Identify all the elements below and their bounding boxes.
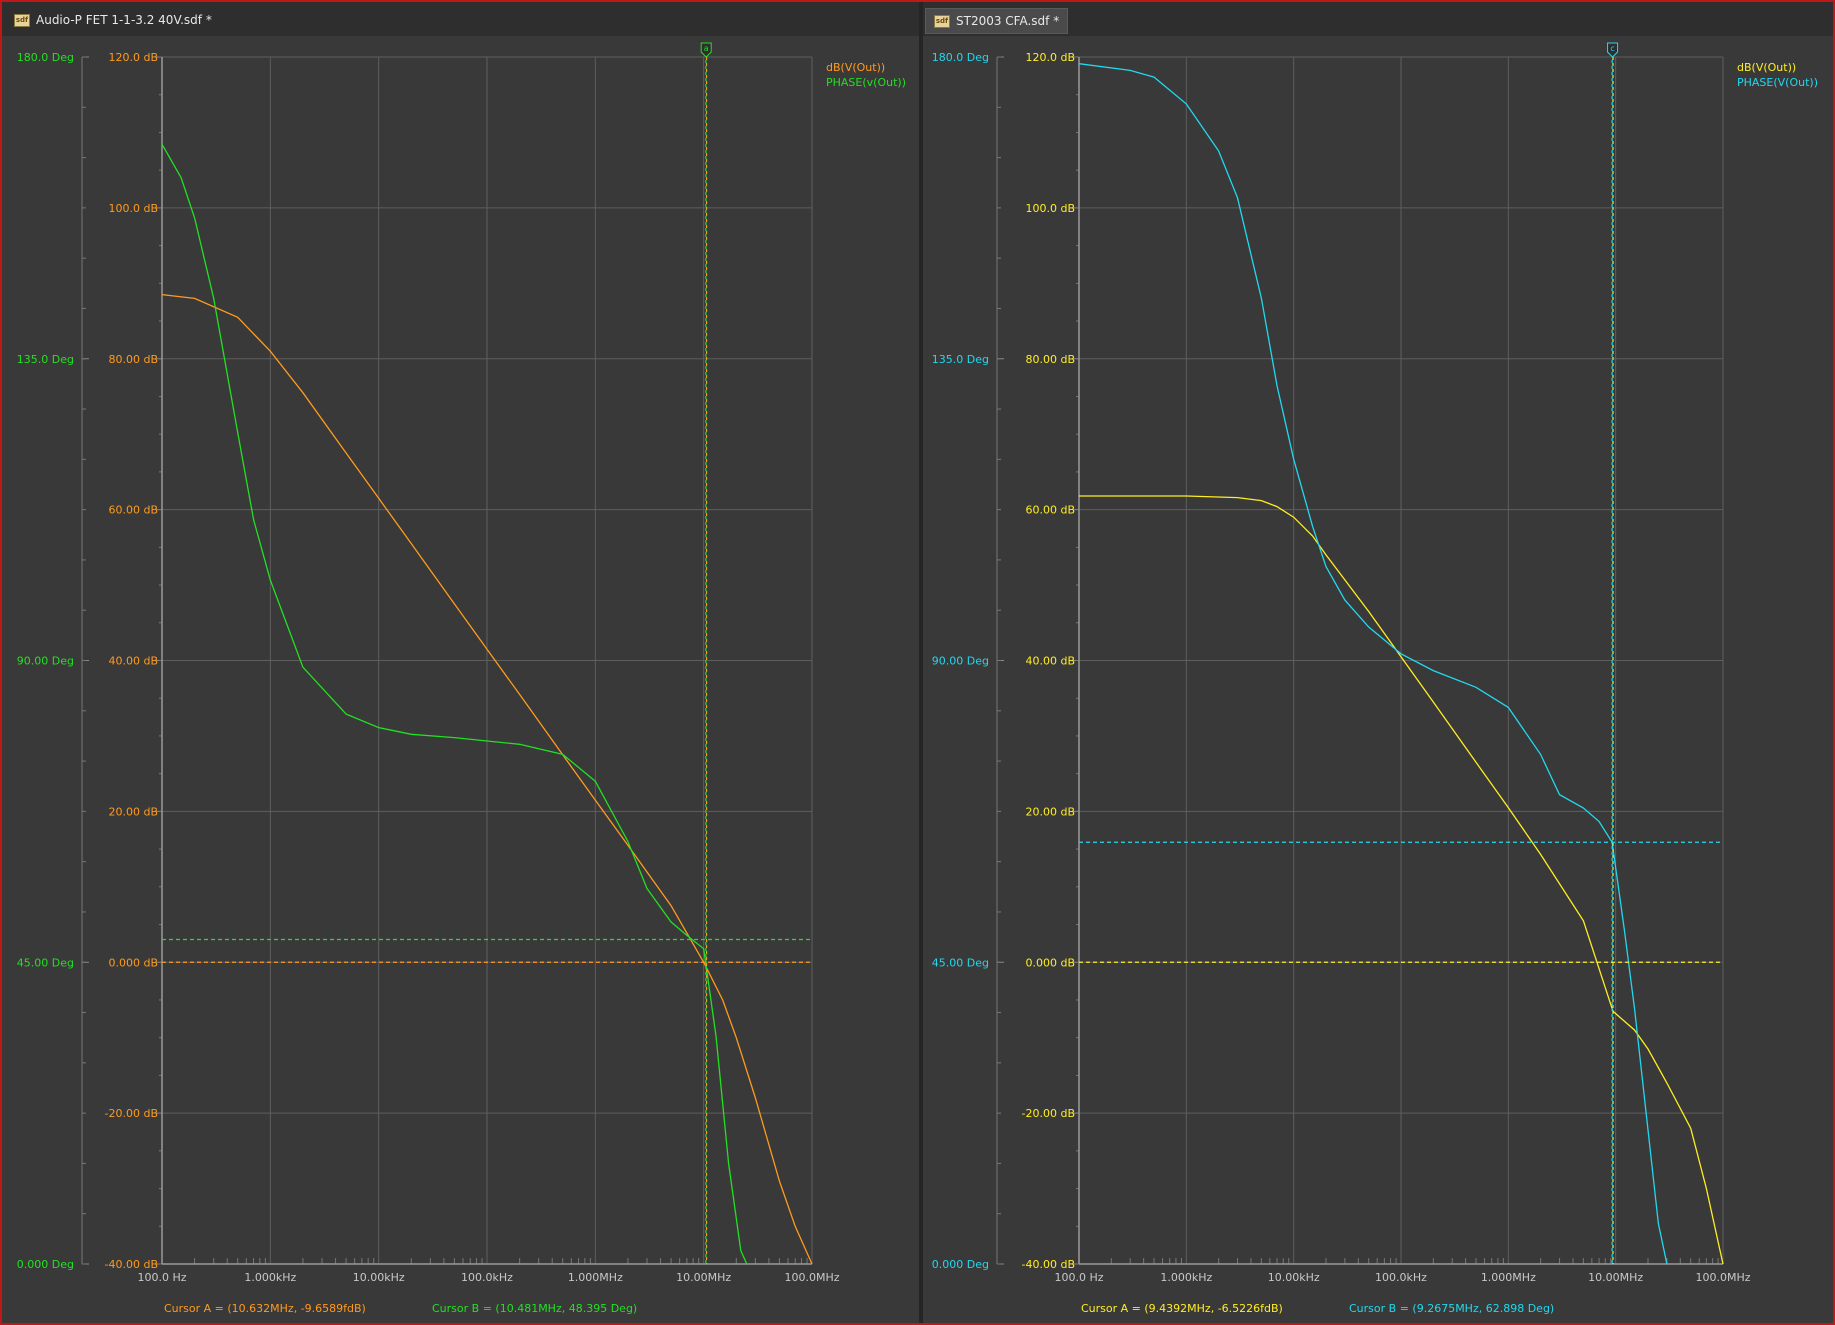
- cursor-b-readout: Cursor B = (9.2675MHz, 62.898 Deg): [1349, 1302, 1554, 1315]
- y-tick-label: 80.00 dB: [108, 353, 158, 366]
- x-tick-label: 100.0MHz: [1695, 1271, 1750, 1284]
- tab-title: ST2003 CFA.sdf *: [956, 14, 1060, 28]
- tab-audio-p-fet[interactable]: sdf Audio-P FET 1-1-3.2 40V.sdf *: [6, 8, 220, 32]
- x-tick-label: 1.000MHz: [568, 1271, 623, 1284]
- app-frame: sdf Audio-P FET 1-1-3.2 40V.sdf * 100.0 …: [0, 0, 1835, 1325]
- y2-tick-label: 90.00 Deg: [932, 655, 989, 668]
- y-tick-label: -20.00 dB: [105, 1107, 159, 1120]
- cursor-marker-label: a: [704, 44, 709, 53]
- x-tick-label: 10.00MHz: [676, 1271, 731, 1284]
- y-tick-label: 40.00 dB: [108, 655, 158, 668]
- y-tick-label: 20.00 dB: [108, 805, 158, 818]
- y-tick-label: 60.00 dB: [108, 504, 158, 517]
- y-tick-label: 20.00 dB: [1025, 805, 1075, 818]
- y-tick-label: -40.00 dB: [1022, 1258, 1076, 1271]
- document-icon: sdf: [14, 14, 30, 27]
- y-tick-label: -40.00 dB: [105, 1258, 159, 1271]
- document-icon: sdf: [934, 15, 950, 28]
- bode-plot-left[interactable]: 100.0 Hz 1.000kHz 10.00kHz 100.0kHz 1.000MHz…: [2, 36, 919, 1323]
- tab-title: Audio-P FET 1-1-3.2 40V.sdf *: [36, 13, 212, 27]
- y-tick-label: 100.0 dB: [108, 202, 158, 215]
- series-line-phase: [1078, 63, 1668, 1265]
- y2-tick-label: 180.0 Deg: [932, 51, 989, 64]
- y-tick-label: 100.0 dB: [1025, 202, 1075, 215]
- plot-pane-left: sdf Audio-P FET 1-1-3.2 40V.sdf * 100.0 …: [2, 2, 919, 1323]
- grid: [156, 56, 813, 1265]
- x-tick-label: 1.000kHz: [1160, 1271, 1212, 1284]
- y2-tick-label: 90.00 Deg: [17, 655, 74, 668]
- x-tick-label: 100.0 Hz: [137, 1271, 186, 1284]
- plot-pane-right: sdf ST2003 CFA.sdf * 100.0 Hz 1.000kHz 10.…: [923, 2, 1833, 1323]
- x-tick-label: 1.000MHz: [1481, 1271, 1536, 1284]
- bode-plot-right[interactable]: 100.0 Hz 1.000kHz 10.00kHz 100.0kHz 1.000MHz…: [923, 36, 1833, 1323]
- cursor-b-readout: Cursor B = (10.481MHz, 48.395 Deg): [432, 1302, 637, 1315]
- grid: [1073, 56, 1724, 1265]
- cursor-a-readout: Cursor A = (10.632MHz, -9.6589fdB): [164, 1302, 366, 1315]
- y-tick-label: 0.000 dB: [108, 956, 158, 969]
- y-tick-label: 40.00 dB: [1025, 655, 1075, 668]
- legend-entry: PHASE(v(Out)): [826, 76, 906, 89]
- tab-st2003-cfa[interactable]: sdf ST2003 CFA.sdf *: [925, 8, 1069, 34]
- legend-entry: PHASE(V(Out)): [1737, 76, 1818, 89]
- y2-tick-label: 180.0 Deg: [17, 51, 74, 64]
- cursor-marker-label: c: [1610, 44, 1614, 53]
- x-tick-label: 10.00MHz: [1588, 1271, 1643, 1284]
- y2-tick-label: 45.00 Deg: [17, 956, 74, 969]
- y2-tick-label: 135.0 Deg: [932, 353, 989, 366]
- y-tick-label: 120.0 dB: [108, 51, 158, 64]
- y2-tick-label: 45.00 Deg: [932, 956, 989, 969]
- x-tick-label: 100.0 Hz: [1054, 1271, 1103, 1284]
- y2-tick-label: 135.0 Deg: [17, 353, 74, 366]
- y-tick-label: -20.00 dB: [1022, 1107, 1076, 1120]
- tab-bar: sdf ST2003 CFA.sdf *: [923, 2, 1833, 36]
- x-tick-label: 10.00kHz: [1268, 1271, 1320, 1284]
- tab-bar: sdf Audio-P FET 1-1-3.2 40V.sdf *: [2, 2, 919, 36]
- x-tick-label: 100.0MHz: [784, 1271, 839, 1284]
- series-line-phase: [161, 143, 748, 1265]
- cursor-a-readout: Cursor A = (9.4392MHz, -6.5226fdB): [1081, 1302, 1283, 1315]
- y2-tick-label: 0.000 Deg: [932, 1258, 989, 1271]
- x-tick-label: 100.0kHz: [1375, 1271, 1427, 1284]
- y2-tick-label: 0.000 Deg: [17, 1258, 74, 1271]
- y-tick-label: 80.00 dB: [1025, 353, 1075, 366]
- x-tick-label: 10.00kHz: [353, 1271, 405, 1284]
- y-tick-label: 0.000 dB: [1025, 956, 1075, 969]
- y-tick-label: 120.0 dB: [1025, 51, 1075, 64]
- x-tick-label: 1.000kHz: [244, 1271, 296, 1284]
- legend-entry: dB(V(Out)): [1737, 61, 1796, 74]
- x-tick-label: 100.0kHz: [461, 1271, 513, 1284]
- legend-entry: dB(V(Out)): [826, 61, 885, 74]
- y-tick-label: 60.00 dB: [1025, 504, 1075, 517]
